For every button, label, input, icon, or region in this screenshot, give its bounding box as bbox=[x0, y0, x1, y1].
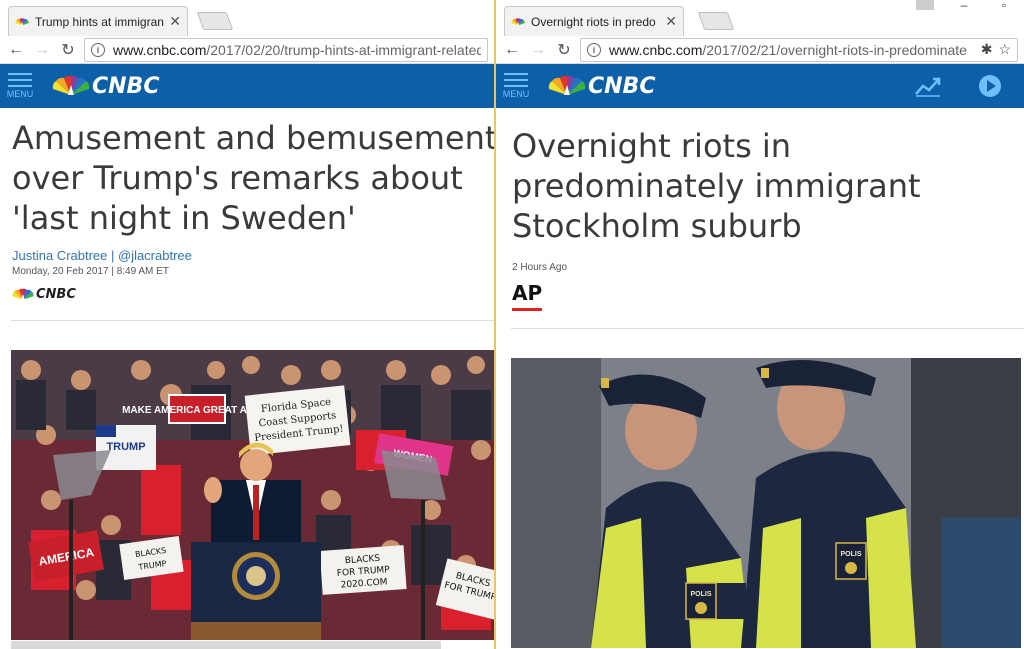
info-icon[interactable]: i bbox=[91, 42, 105, 57]
chart-icon[interactable] bbox=[914, 74, 942, 98]
rally-photo: MAKE AMERICA GREAT AGAIN Florida Space C… bbox=[11, 350, 494, 640]
article: Overnight riots in predominately immigra… bbox=[496, 126, 1024, 311]
browser-toolbar: ← → ↻ i www.cnbc.com/2017/02/21/overnigh… bbox=[496, 36, 1024, 64]
svg-text:POLIS: POLIS bbox=[690, 591, 711, 598]
right-browser-window: Overnight riots in predo ✕ – ▫ ← → ↻ i w… bbox=[494, 0, 1024, 649]
tab-strip: Trump hints at immigran ✕ bbox=[0, 0, 494, 36]
close-icon[interactable]: ✕ bbox=[169, 13, 181, 30]
url-path: /2017/02/20/trump-hints-at-immigrant-rel… bbox=[206, 41, 481, 58]
article-headline: Amusement and bemusement over Trump's re… bbox=[12, 119, 494, 237]
back-arrow-icon[interactable]: ← bbox=[502, 40, 522, 60]
site-header: MENU CNBC bbox=[496, 64, 1024, 108]
window-controls: – ▫ bbox=[906, 0, 1024, 14]
forward-arrow-icon[interactable]: → bbox=[32, 40, 52, 60]
site-logo[interactable]: CNBC bbox=[548, 74, 655, 99]
new-tab-button[interactable] bbox=[697, 12, 735, 30]
tab-title: Trump hints at immigran bbox=[35, 14, 164, 29]
extension-icon[interactable]: ✱ bbox=[981, 41, 993, 58]
menu-icon bbox=[504, 73, 528, 87]
svg-text:TRUMP: TRUMP bbox=[106, 441, 145, 453]
address-bar[interactable]: i www.cnbc.com/2017/02/20/trump-hints-at… bbox=[84, 37, 488, 62]
window-icon bbox=[916, 0, 934, 10]
info-icon[interactable]: i bbox=[587, 42, 601, 57]
publish-time: 2 Hours Ago bbox=[512, 262, 568, 273]
divider bbox=[511, 328, 1024, 329]
police-badge: POLIS bbox=[835, 542, 867, 580]
close-icon[interactable]: ✕ bbox=[665, 13, 677, 30]
logo-text: CNBC bbox=[588, 73, 656, 99]
minimize-button[interactable]: – bbox=[944, 0, 984, 14]
url-domain: www.cnbc.com bbox=[609, 41, 703, 58]
star-icon[interactable]: ☆ bbox=[998, 41, 1011, 58]
peacock-icon bbox=[52, 75, 90, 95]
podium bbox=[191, 542, 321, 640]
browser-toolbar: ← → ↻ i www.cnbc.com/2017/02/20/trump-hi… bbox=[0, 36, 494, 64]
site-header: MENU CNBC bbox=[0, 64, 494, 108]
rally-sign: BLACKS FOR TRUMP 2020.COM bbox=[319, 545, 407, 595]
menu-label: MENU bbox=[6, 89, 34, 99]
site-logo[interactable]: CNBC bbox=[52, 74, 159, 99]
url-path: /2017/02/21/overnight-riots-in-predomina… bbox=[702, 41, 967, 58]
maximize-button[interactable]: ▫ bbox=[984, 0, 1024, 14]
article: Amusement and bemusement over Trump's re… bbox=[0, 118, 494, 302]
menu-label: MENU bbox=[502, 89, 530, 99]
ap-logo: AP bbox=[512, 281, 543, 311]
horizontal-scrollbar[interactable] bbox=[11, 641, 441, 649]
left-browser-window: Trump hints at immigran ✕ ← → ↻ i www.cn… bbox=[0, 0, 494, 649]
peacock-icon bbox=[12, 288, 34, 300]
reload-icon[interactable]: ↻ bbox=[58, 40, 78, 60]
browser-tab[interactable]: Overnight riots in predo ✕ bbox=[504, 6, 684, 36]
browser-tab[interactable]: Trump hints at immigran ✕ bbox=[8, 6, 188, 36]
tab-strip: Overnight riots in predo ✕ – ▫ bbox=[496, 0, 1024, 36]
new-tab-button[interactable] bbox=[196, 12, 234, 30]
tab-title: Overnight riots in predo bbox=[531, 14, 656, 29]
play-icon[interactable] bbox=[976, 74, 1004, 98]
menu-button[interactable]: MENU bbox=[496, 64, 536, 108]
police-photo: POLIS POLIS bbox=[511, 358, 1021, 648]
source-logo-text: CNBC bbox=[36, 287, 76, 302]
divider bbox=[11, 320, 494, 321]
back-arrow-icon[interactable]: ← bbox=[6, 40, 26, 60]
source-logo: CNBC bbox=[12, 287, 482, 302]
logo-text: CNBC bbox=[92, 73, 160, 99]
url-domain: www.cnbc.com bbox=[113, 41, 207, 58]
peacock-icon bbox=[511, 17, 525, 25]
svg-text:POLIS: POLIS bbox=[840, 551, 861, 558]
menu-icon bbox=[8, 73, 32, 87]
author-byline[interactable]: Justina Crabtree | @jlacrabtree bbox=[12, 248, 482, 263]
peacock-icon bbox=[15, 17, 29, 25]
forward-arrow-icon[interactable]: → bbox=[528, 40, 548, 60]
menu-button[interactable]: MENU bbox=[0, 64, 40, 108]
reload-icon[interactable]: ↻ bbox=[554, 40, 574, 60]
peacock-icon bbox=[548, 75, 586, 95]
police-badge: POLIS bbox=[685, 582, 717, 620]
publish-date: Monday, 20 Feb 2017 | 8:49 AM ET bbox=[12, 266, 169, 277]
address-bar[interactable]: i www.cnbc.com/2017/02/21/overnight-riot… bbox=[580, 37, 1018, 62]
article-headline: Overnight riots in predominately immigra… bbox=[512, 127, 921, 245]
